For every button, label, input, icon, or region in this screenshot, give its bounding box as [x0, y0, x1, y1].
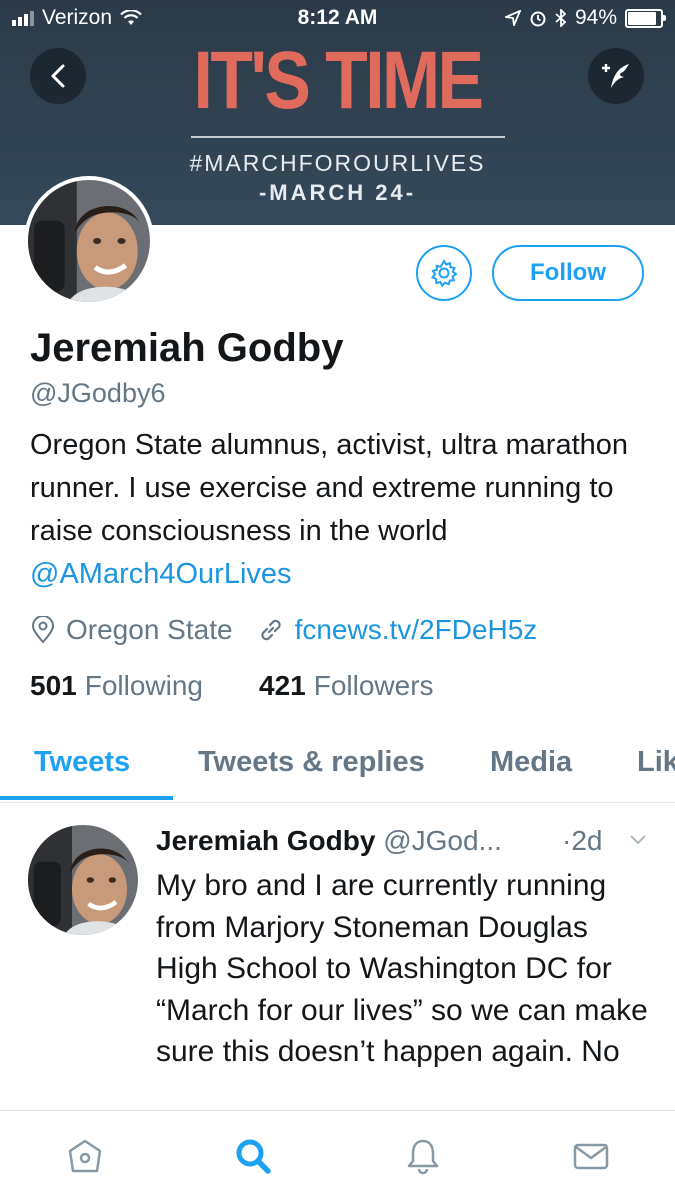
back-arrow-icon [51, 64, 65, 88]
profile-stats: 501 Following 421 Followers [30, 670, 434, 702]
avatar-photo [28, 180, 150, 302]
banner-divider [191, 136, 505, 138]
nav-search[interactable] [230, 1133, 276, 1179]
bio-text: Oregon State alumnus, activist, ultra ma… [30, 429, 629, 547]
profile-name: Jeremiah Godby [30, 326, 344, 370]
profile-avatar[interactable] [24, 176, 154, 306]
followers-label: Followers [313, 670, 434, 701]
profile-handle: @JGodby6 [30, 378, 166, 408]
banner-hashtag: #MARCHFOROURLIVES [189, 150, 486, 176]
notifications-bell-icon [407, 1139, 439, 1175]
nav-messages[interactable] [568, 1133, 614, 1179]
profile-website-link[interactable]: fcnews.tv/2FDeH5z [295, 614, 538, 646]
compose-tweet-icon [602, 64, 629, 88]
location-arrow-icon [504, 10, 521, 26]
nav-notifications[interactable] [400, 1133, 446, 1179]
tab-media[interactable]: Media [490, 746, 572, 779]
follow-button[interactable]: Follow [492, 245, 644, 301]
battery-percent: 94% [574, 6, 617, 29]
link-icon [260, 619, 281, 641]
alarm-icon [530, 11, 546, 27]
messages-envelope-icon [573, 1143, 609, 1170]
profile-tabs: Tweets Tweets & replies Media Lik [0, 740, 675, 803]
followers-count: 421 [259, 670, 306, 701]
tab-tweets-replies[interactable]: Tweets & replies [198, 746, 425, 779]
profile-meta: Oregon State fcnews.tv/2FDeH5z [30, 614, 537, 646]
tweet-body: My bro and I are currently running from … [156, 869, 648, 1068]
avatar-photo [28, 825, 138, 935]
bio-mention-link[interactable]: @AMarch4OurLives [30, 558, 292, 590]
tweet-author-handle[interactable]: @JGod... [383, 825, 502, 856]
active-tab-indicator [0, 796, 173, 800]
following-label: Following [84, 670, 203, 701]
tweet-item[interactable]: Jeremiah Godby @JGod... ·2d My bro and I… [0, 803, 675, 1113]
battery-icon [625, 8, 666, 28]
location-pin-icon [31, 616, 55, 644]
following-stat[interactable]: 501 Following [30, 670, 203, 702]
tweet-timestamp: ·2d [562, 825, 603, 856]
home-icon [68, 1139, 102, 1173]
tweet-author-name[interactable]: Jeremiah Godby [156, 825, 375, 856]
banner-headline: IT'S TIME [193, 35, 484, 126]
nav-home[interactable] [62, 1133, 108, 1179]
tweet-avatar[interactable] [28, 825, 138, 935]
tweet-header: Jeremiah Godby @JGod... [156, 825, 502, 857]
back-button[interactable] [30, 48, 86, 104]
chevron-down-icon[interactable] [628, 833, 648, 847]
settings-button[interactable] [416, 245, 472, 301]
followers-stat[interactable]: 421 Followers [259, 670, 434, 702]
profile-bio: Oregon State alumnus, activist, ultra ma… [30, 424, 650, 596]
status-right: 94% [504, 6, 666, 30]
search-icon [236, 1139, 271, 1174]
compose-tweet-button[interactable] [588, 48, 644, 104]
bottom-tab-bar [0, 1110, 675, 1201]
following-count: 501 [30, 670, 77, 701]
profile-location: Oregon State [66, 614, 233, 645]
status-bar: Verizon 8:12 AM 94% [0, 0, 675, 38]
tab-likes[interactable]: Lik [637, 746, 675, 779]
gear-icon [430, 259, 458, 288]
tab-tweets[interactable]: Tweets [34, 746, 130, 779]
bluetooth-icon [555, 9, 567, 27]
